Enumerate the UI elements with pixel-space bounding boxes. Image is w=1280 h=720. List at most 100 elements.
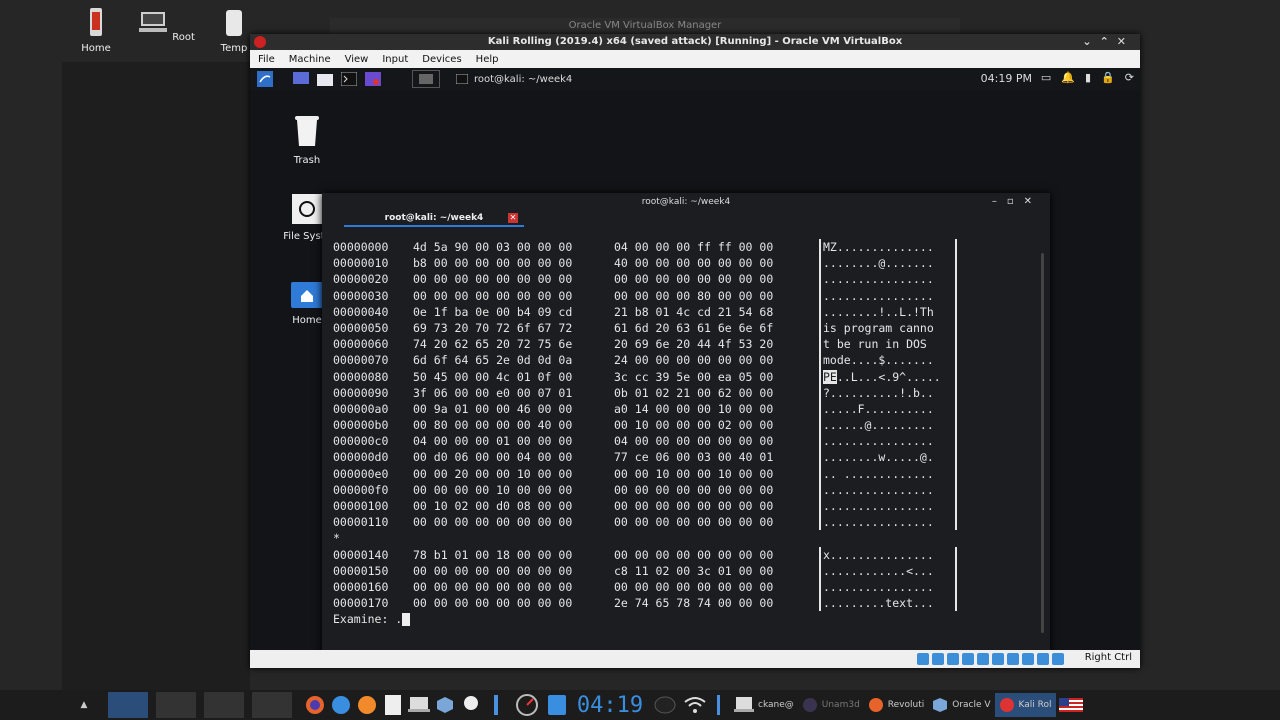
optical-icon[interactable] — [932, 653, 944, 665]
menu-view[interactable]: View — [345, 54, 369, 65]
taskbar-task-oracle-vbox[interactable]: Oracle V — [928, 693, 994, 717]
hexdump-offset: 000000e0 — [333, 466, 389, 481]
shared-folder-icon[interactable] — [992, 653, 1004, 665]
virtualbox-manager-titlebar[interactable]: Oracle VM VirtualBox Manager — [330, 18, 960, 34]
hexdump-row: 00000070 6d 6f 64 65 2e 0d 0d 0a 24 00 00 … — [333, 352, 1033, 369]
alien-icon[interactable] — [650, 692, 680, 718]
bell-icon[interactable]: 🔔 — [1061, 71, 1075, 84]
ascii-border-right — [955, 287, 957, 304]
hexdump-offset: 00000000 — [333, 240, 389, 254]
virtualbox-icon[interactable] — [432, 692, 458, 718]
chevron-down-icon[interactable]: ⌄ — [1082, 35, 1099, 48]
tab-close-icon[interactable]: ✕ — [508, 213, 518, 223]
hexdump-ascii: ................ — [823, 482, 934, 498]
pen-icon[interactable] — [484, 692, 510, 718]
menu-machine[interactable]: Machine — [289, 54, 331, 65]
panel-launcher-terminal[interactable] — [340, 71, 358, 87]
firefox-icon[interactable] — [354, 692, 380, 718]
host-clock[interactable]: 04:19 — [570, 692, 650, 718]
mouse-icon[interactable] — [1052, 653, 1064, 665]
gauge-icon[interactable] — [510, 692, 544, 718]
hexdump-offset: 00000160 — [333, 579, 389, 594]
taskbar-task-kali[interactable]: Kali Rol — [994, 693, 1056, 717]
hexdump-row: 00000040 0e 1f ba 0e 00 b4 09 cd 21 b8 01 … — [333, 303, 1033, 320]
display-icon[interactable]: ▭ — [1041, 71, 1051, 84]
terminal-tab[interactable]: root@kali: ~/week4 ✕ — [344, 211, 524, 227]
hexdump-ascii: ................ — [823, 288, 934, 304]
close-icon[interactable]: ✕ — [1024, 196, 1042, 207]
terminal-titlebar[interactable]: root@kali: ~/week4 –▫✕ — [322, 193, 1050, 211]
hexdump-row: 00000080 50 45 00 00 4c 01 0f 00 3c cc 39 … — [333, 368, 1033, 385]
home-folder-icon — [291, 282, 323, 308]
maximize-icon[interactable]: ▫ — [1007, 196, 1024, 207]
terminal-window[interactable]: root@kali: ~/week4 –▫✕ root@kali: ~/week… — [322, 193, 1050, 650]
panel-task-terminal[interactable]: root@kali: ~/week4 — [456, 74, 606, 85]
hexdump-bytes-first: 00 00 00 00 00 00 00 00 — [413, 596, 573, 611]
lock-icon[interactable]: 🔒 — [1101, 71, 1115, 84]
menu-devices[interactable]: Devices — [422, 54, 461, 65]
ascii-text: .........text... — [823, 596, 934, 611]
minimize-icon[interactable]: – — [992, 196, 1007, 207]
hexdump-row: 000000b0 00 80 00 00 00 00 40 00 00 10 00 … — [333, 417, 1033, 434]
panel-launcher-app[interactable] — [364, 71, 382, 87]
power-icon[interactable]: ⟳ — [1125, 71, 1134, 84]
us-flag-icon[interactable] — [1056, 692, 1086, 718]
host-desktop-icon-home[interactable]: Home — [66, 6, 126, 54]
mic-icon[interactable] — [710, 692, 730, 718]
examine-prompt[interactable]: Examine: . — [333, 611, 1033, 627]
ascii-border-left — [819, 433, 821, 450]
workspace-3[interactable] — [204, 692, 244, 718]
terminal-scrollbar[interactable] — [1041, 253, 1044, 633]
ascii-text: x............... — [823, 547, 934, 562]
guest-clock[interactable]: 04:19 PM — [981, 72, 1032, 85]
battery-icon[interactable]: ▮ — [1085, 71, 1091, 84]
hexdump-ascii: x............... — [823, 547, 934, 563]
workspace-4[interactable] — [252, 692, 292, 718]
taskbar-task-revolution[interactable]: Revoluti — [864, 693, 928, 717]
chevron-up-icon[interactable]: ⌃ — [1100, 35, 1117, 48]
menu-file[interactable]: File — [258, 54, 275, 65]
ascii-border-left — [819, 384, 821, 401]
host-desktop-icon-root[interactable]: Root — [136, 6, 196, 43]
guest-desktop-icon-trash[interactable]: Trash — [272, 112, 342, 166]
lightbulb-icon[interactable] — [458, 692, 484, 718]
menu-help[interactable]: Help — [476, 54, 499, 65]
hdd-icon[interactable] — [917, 653, 929, 665]
ascii-border-right — [955, 449, 957, 466]
virtualbox-manager-title: Oracle VM VirtualBox Manager — [568, 20, 722, 31]
taskbar-task-unam3d[interactable]: Unam3d — [798, 693, 864, 717]
network-icon[interactable] — [962, 653, 974, 665]
vm-titlebar[interactable]: Kali Rolling (2019.4) x64 (saved attack)… — [250, 34, 1140, 50]
ascii-text: ........@....... — [823, 256, 934, 271]
recording-icon[interactable] — [1022, 653, 1034, 665]
firefox-icon[interactable] — [302, 692, 328, 718]
ascii-border-right — [955, 417, 957, 434]
taskbar-task-terminal[interactable]: ckane@ — [730, 693, 798, 717]
workspace-1[interactable] — [108, 692, 148, 718]
hexdump-row: 00000060 74 20 62 65 20 72 75 6e 20 69 6e … — [333, 336, 1033, 353]
wifi-icon[interactable] — [680, 692, 710, 718]
hexdump-ascii: mode....$....... — [823, 352, 934, 368]
caret-up-icon[interactable]: ▲ — [64, 692, 104, 718]
email-client-icon[interactable] — [328, 692, 354, 718]
display-icon[interactable] — [1007, 653, 1019, 665]
folder-icon[interactable] — [544, 692, 570, 718]
vm-window: Kali Rolling (2019.4) x64 (saved attack)… — [250, 34, 1140, 668]
kali-menu-button[interactable] — [256, 71, 274, 87]
panel-launcher-desktop[interactable] — [292, 71, 310, 87]
ascii-border-left — [819, 271, 821, 288]
document-icon[interactable] — [380, 692, 406, 718]
workspace-switcher[interactable] — [412, 70, 440, 88]
hexdump-output[interactable]: 00000000 4d 5a 90 00 03 00 00 00 04 00 00 … — [333, 239, 1033, 650]
usb-icon[interactable] — [977, 653, 989, 665]
menu-input[interactable]: Input — [382, 54, 408, 65]
ascii-border-left — [819, 336, 821, 353]
laptop-icon[interactable] — [406, 692, 432, 718]
workspace-2[interactable] — [156, 692, 196, 718]
audio-icon[interactable] — [947, 653, 959, 665]
panel-launcher-files[interactable] — [316, 71, 334, 87]
close-icon[interactable]: ✕ — [1117, 35, 1134, 48]
hexdump-bytes-second: 00 00 00 00 80 00 00 00 — [614, 288, 774, 303]
cpu-icon[interactable] — [1037, 653, 1049, 665]
hexdump-row: 00000110 00 00 00 00 00 00 00 00 00 00 00 … — [333, 514, 1033, 531]
